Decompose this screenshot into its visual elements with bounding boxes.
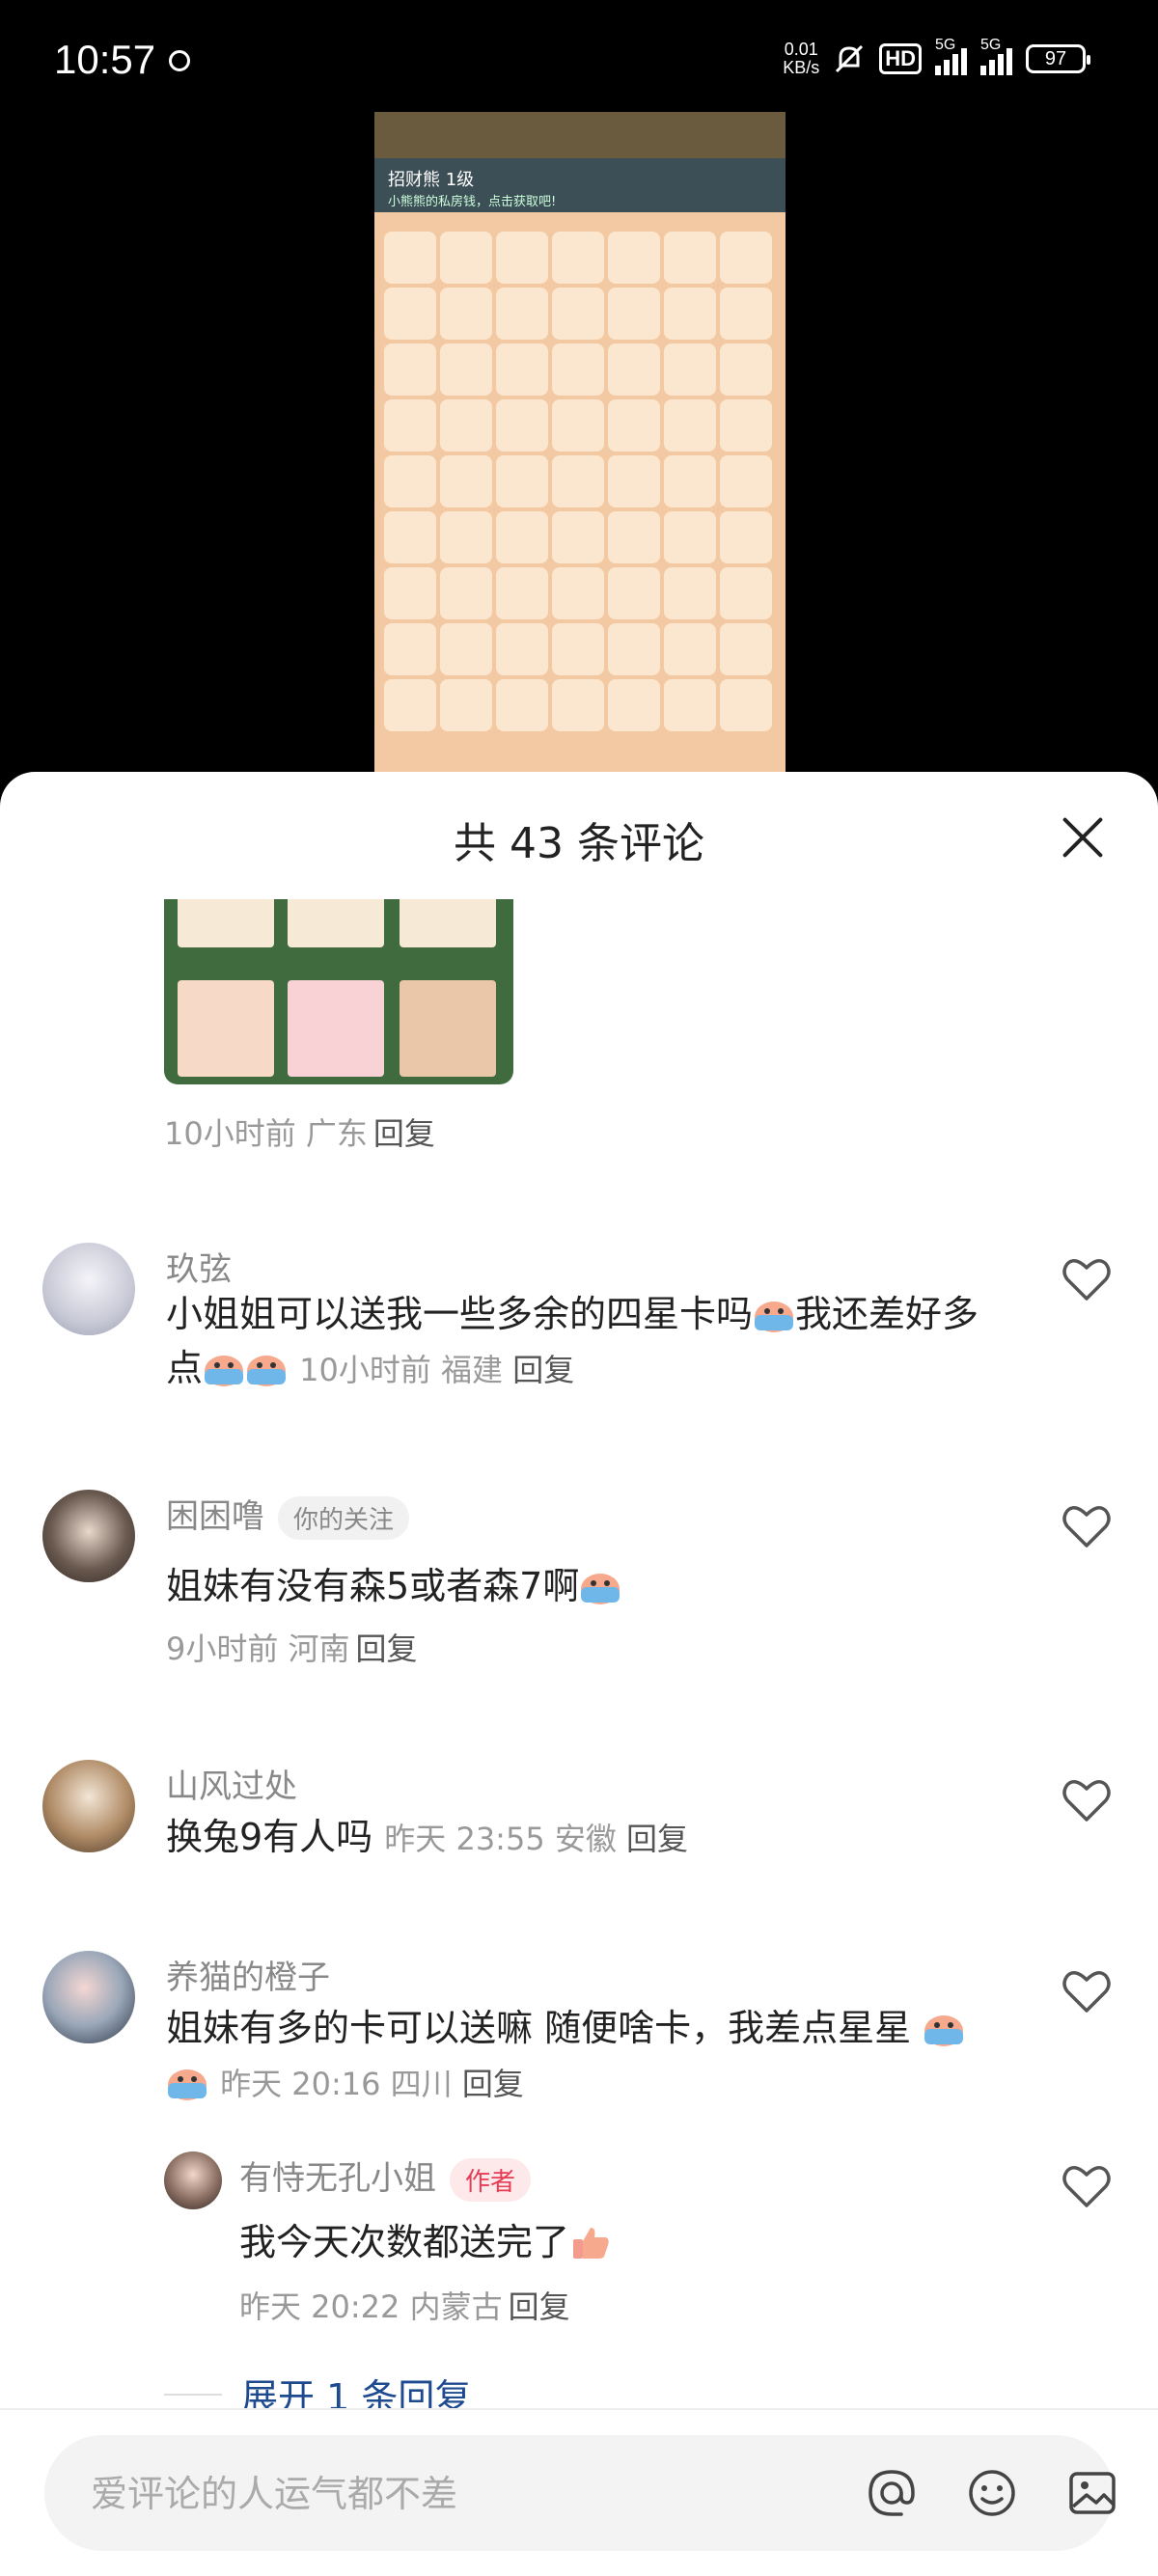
comment-meta: 9小时前 河南 回复 (166, 1631, 418, 1667)
reply-button[interactable]: 回复 (509, 2288, 570, 2325)
comments-count-title: 共 43 条评论 (454, 819, 704, 868)
video-preview[interactable]: 招财熊 1级 小熊熊的私房钱，点击获取吧! (374, 112, 786, 778)
crying-emoji-icon (923, 2009, 965, 2047)
username-label[interactable]: 有恃无孔小姐 (239, 2159, 436, 2198)
heart-icon[interactable] (1060, 1499, 1114, 1553)
crying-emoji-icon (166, 2063, 208, 2101)
hd-icon: HD (879, 43, 922, 74)
signal-icon-2: 5G (980, 37, 1012, 75)
reply-button[interactable]: 回复 (626, 1821, 688, 1857)
comment-text: 我今天次数都送完了 (239, 2215, 1002, 2269)
comment-text: 换兔9有人吗 昨天 23:55 安徽 回复 (166, 1816, 689, 1858)
close-icon[interactable] (1060, 814, 1106, 861)
comment-text: 小姐姐可以送我一些多余的四星卡吗 我还差好多点 10小时前 福建 回复 (166, 1293, 979, 1389)
network-speed: 0.01 KB/s (783, 40, 820, 77)
mention-icon[interactable] (865, 2466, 919, 2520)
username-label[interactable]: 困困噜 (166, 1497, 264, 1536)
comment-text: 姐妹有没有森5或者森7啊 (166, 1559, 1006, 1613)
battery-icon: 97 (1026, 44, 1090, 73)
comment-meta: 昨天 20:16 四川 (220, 2066, 453, 2102)
crying-emoji-icon (245, 1349, 288, 1387)
crying-emoji-icon (753, 1295, 795, 1333)
avatar[interactable] (42, 1243, 135, 1335)
alarm-icon (169, 50, 190, 71)
emoji-icon[interactable] (965, 2466, 1019, 2520)
mute-bell-icon (836, 44, 864, 73)
comment-input[interactable] (89, 2462, 826, 2526)
author-badge: 作者 (450, 2158, 532, 2202)
crying-emoji-icon (203, 1349, 245, 1387)
heart-icon[interactable] (1060, 1964, 1114, 2018)
image-icon[interactable] (1065, 2466, 1119, 2520)
status-bar: 10:57 0.01 KB/s HD 5G 5G 97 (0, 0, 1158, 106)
comment-input-bar (0, 2408, 1158, 2576)
avatar[interactable] (42, 1951, 135, 2043)
signal-icon: 5G (935, 37, 967, 75)
thumbs-up-emoji-icon (569, 2223, 612, 2261)
comment-username[interactable]: 养猫的橙子 (166, 1951, 330, 1998)
comment-meta: 10小时前 广东 回复 (164, 1115, 435, 1152)
heart-icon[interactable] (1060, 1773, 1114, 1827)
heart-icon[interactable] (1060, 2159, 1114, 2213)
avatar[interactable] (164, 2151, 222, 2209)
following-badge: 你的关注 (278, 1496, 410, 1540)
comment-username: 困困噜 你的关注 (166, 1490, 410, 1540)
reply-button[interactable]: 回复 (512, 1352, 574, 1388)
heart-icon[interactable] (1060, 1252, 1114, 1306)
comment-text: 姐妹有多的卡可以送嘛 随便啥卡，我差点星星 昨天 20:16 四川 回复 (166, 2001, 1006, 2111)
comment-username: 有恃无孔小姐 作者 (239, 2151, 532, 2202)
comment-meta: 昨天 20:22 内蒙古 回复 (239, 2288, 570, 2325)
avatar[interactable] (42, 1760, 135, 1852)
comments-sheet: 共 43 条评论 10小时前 广东 回复 玖弦 小姐姐可以送我一些多余的四星卡吗我… (0, 772, 1158, 2576)
comment-meta: 10小时前 福建 (299, 1352, 504, 1388)
comment-image[interactable] (164, 899, 513, 1084)
comment-username[interactable]: 山风过处 (166, 1760, 297, 1807)
crying-emoji-icon (579, 1567, 621, 1605)
game-item-grid (384, 232, 772, 731)
reply-button[interactable]: 回复 (462, 2066, 524, 2102)
reply-button[interactable]: 回复 (373, 1115, 435, 1152)
avatar[interactable] (42, 1490, 135, 1582)
game-banner: 招财熊 1级 小熊熊的私房钱，点击获取吧! (374, 158, 786, 212)
clock: 10:57 (54, 37, 156, 82)
comment-username[interactable]: 玖弦 (166, 1243, 232, 1290)
game-top-bar (374, 112, 786, 158)
comment-input-container (44, 2435, 1116, 2551)
reply-button[interactable]: 回复 (356, 1631, 418, 1667)
comment-meta: 昨天 23:55 安徽 (384, 1821, 617, 1857)
